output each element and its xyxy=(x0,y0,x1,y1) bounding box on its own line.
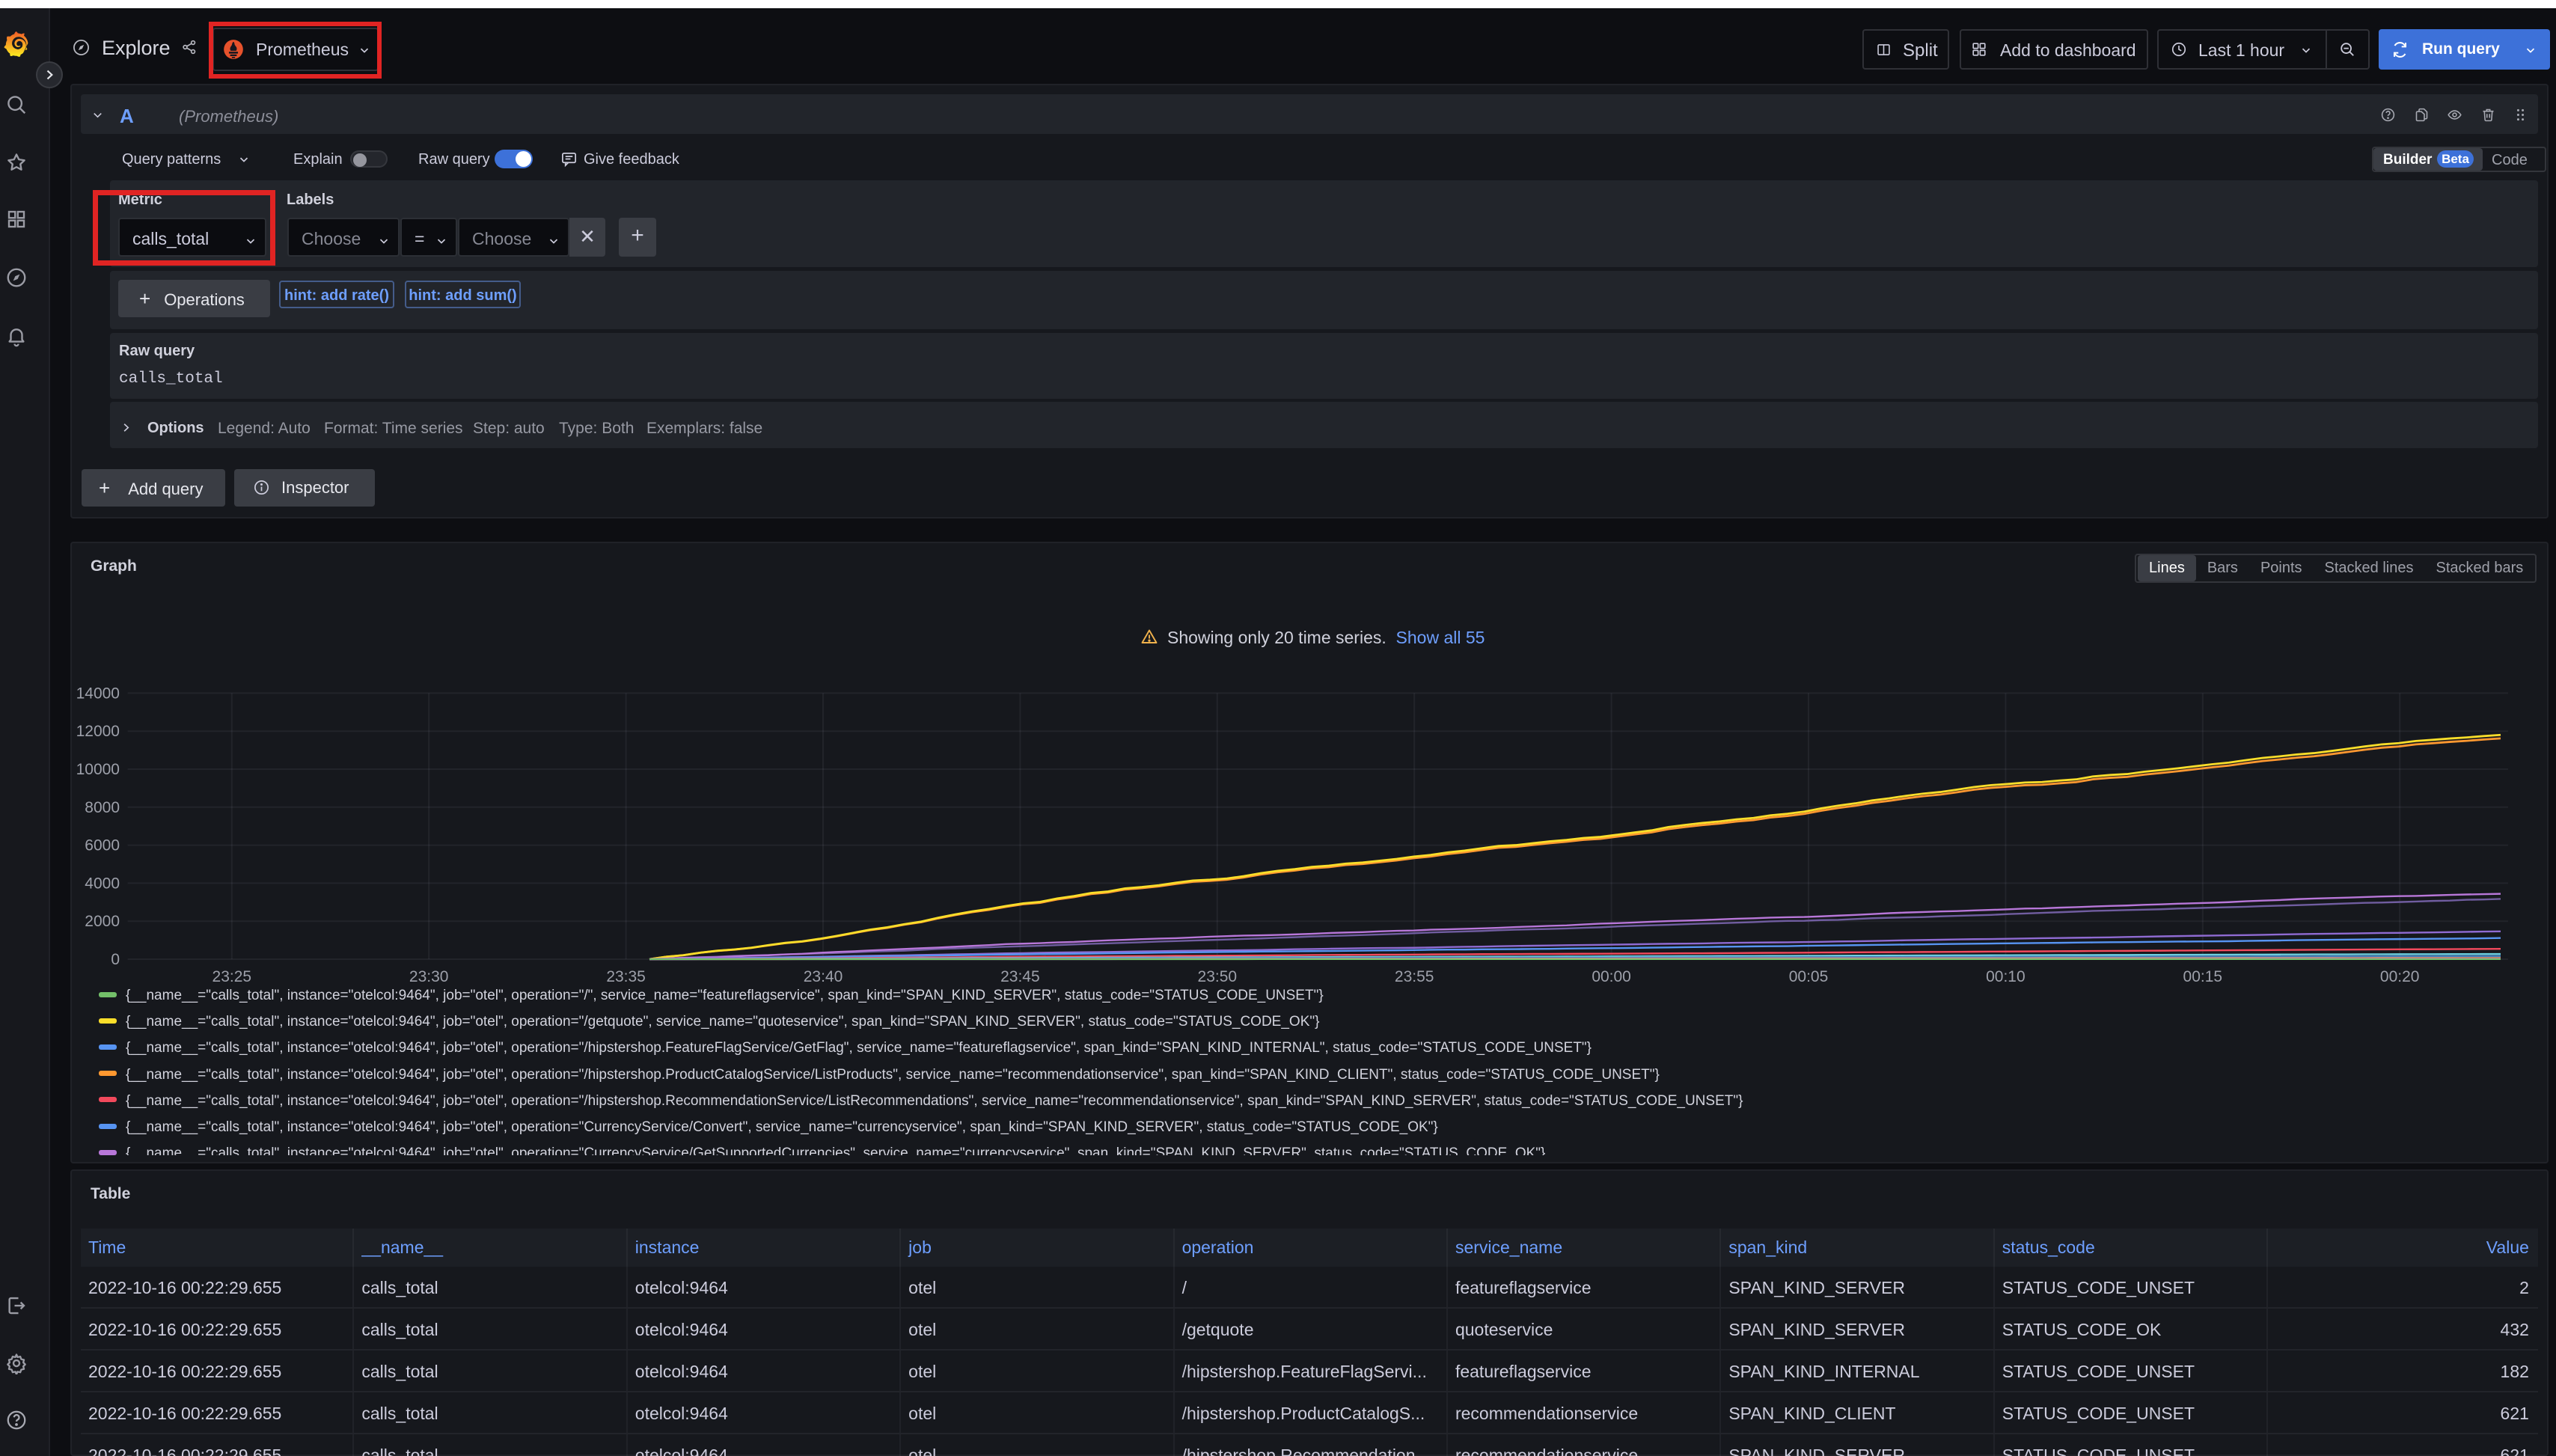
svg-text:23:35: 23:35 xyxy=(606,968,646,985)
svg-text:4000: 4000 xyxy=(85,875,120,892)
svg-text:0: 0 xyxy=(111,951,120,968)
svg-text:23:25: 23:25 xyxy=(213,968,252,985)
svg-text:00:20: 00:20 xyxy=(2380,968,2420,985)
svg-text:00:00: 00:00 xyxy=(1592,968,1631,985)
svg-text:00:10: 00:10 xyxy=(1986,968,2025,985)
svg-text:23:40: 23:40 xyxy=(804,968,843,985)
svg-text:23:50: 23:50 xyxy=(1198,968,1238,985)
svg-text:23:55: 23:55 xyxy=(1395,968,1434,985)
svg-text:2000: 2000 xyxy=(85,913,120,930)
svg-text:8000: 8000 xyxy=(85,799,120,816)
svg-text:12000: 12000 xyxy=(76,723,120,740)
svg-text:00:15: 00:15 xyxy=(2183,968,2223,985)
svg-text:23:30: 23:30 xyxy=(409,968,449,985)
svg-text:23:45: 23:45 xyxy=(1000,968,1040,985)
svg-text:10000: 10000 xyxy=(76,761,120,778)
svg-text:6000: 6000 xyxy=(85,837,120,854)
svg-text:00:05: 00:05 xyxy=(1789,968,1829,985)
svg-text:14000: 14000 xyxy=(76,685,120,702)
